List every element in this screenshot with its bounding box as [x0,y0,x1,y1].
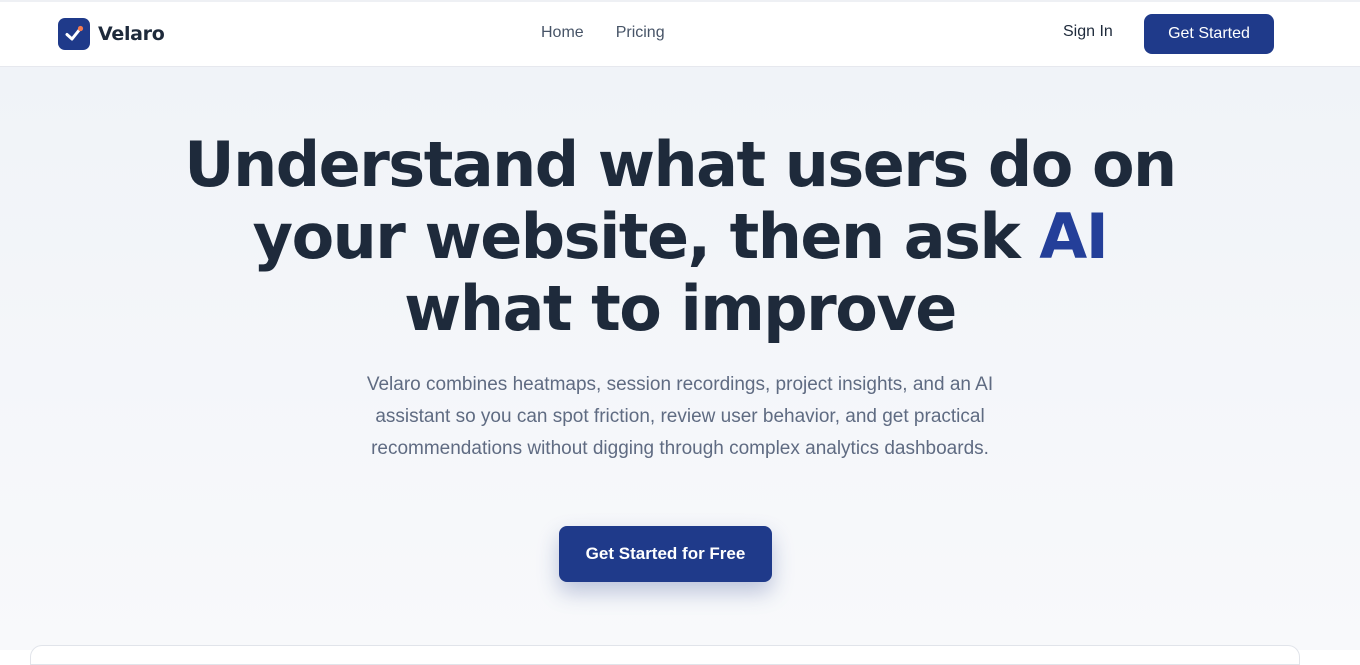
get-started-free-button[interactable]: Get Started for Free [559,526,772,582]
get-started-button[interactable]: Get Started [1144,14,1274,54]
checkmark-logo-icon [58,18,90,50]
hero-headline: Understand what users do on your website… [180,129,1180,345]
brand-name: Velaro [98,23,165,45]
hero-subtext: Velaro combines heatmaps, session record… [366,374,994,459]
product-preview-frame [30,645,1300,665]
brand-link[interactable]: Velaro [58,18,165,50]
headline-text-end: what to improve [404,272,957,345]
headline-accent-ai: AI [1039,200,1109,273]
sign-in-link[interactable]: Sign In [1063,23,1113,41]
hero-section: Understand what users do on your website… [0,67,1360,665]
navbar: Velaro Home Pricing Sign In Get Started [0,2,1360,67]
nav-link-pricing[interactable]: Pricing [616,24,665,42]
nav-link-home[interactable]: Home [541,24,584,42]
headline-text-start: Understand what users do on your website… [184,128,1177,273]
main-nav: Home Pricing [541,24,665,42]
